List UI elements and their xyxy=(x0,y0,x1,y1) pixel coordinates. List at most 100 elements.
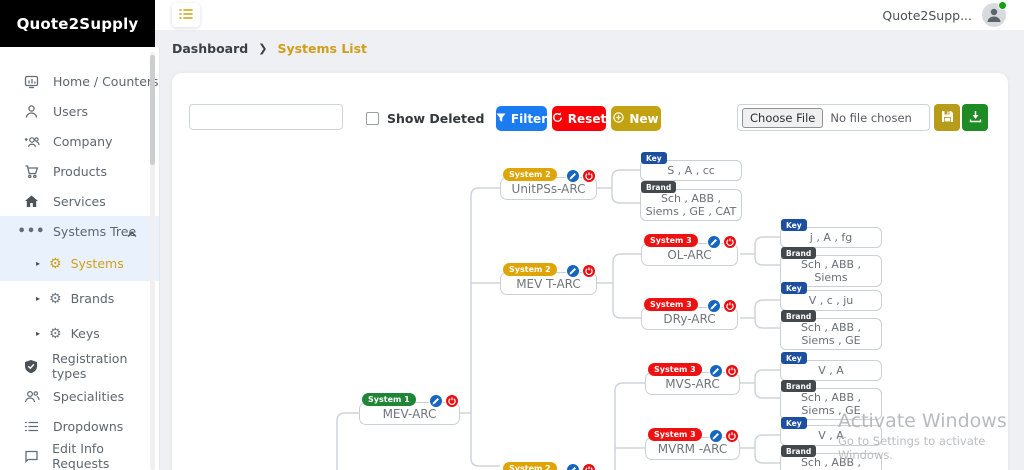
new-button-label: New xyxy=(629,111,659,126)
key-badge: Key xyxy=(641,152,667,164)
sidebar-toggle-button[interactable] xyxy=(172,3,200,27)
edit-icon[interactable] xyxy=(709,364,723,378)
show-deleted-checkbox-row[interactable]: Show Deleted xyxy=(366,111,484,126)
brand-values: Sch , ABB , Siems , GE xyxy=(800,321,862,347)
brand-box: Brand Sch , ABB , Siems , GE , CAT xyxy=(640,181,742,221)
sidebar-item-services[interactable]: Services xyxy=(0,186,159,216)
tree-node-unitpss-arc[interactable]: System 2 UnitPSs-ARC xyxy=(500,168,597,200)
filter-button[interactable]: Filter xyxy=(496,106,547,131)
scrollbar-thumb[interactable] xyxy=(150,55,155,165)
hamburger-icon xyxy=(178,6,194,25)
sidebar-item-label: Company xyxy=(53,133,113,149)
node-label: MEV T-ARC xyxy=(516,276,581,291)
edit-icon[interactable] xyxy=(566,463,580,470)
edit-icon[interactable] xyxy=(566,264,580,278)
reset-button[interactable]: Reset xyxy=(552,106,606,131)
node-label: OL-ARC xyxy=(667,247,712,262)
choose-file-button[interactable]: Choose File xyxy=(742,107,824,128)
sidebar-item-edit-info-requests[interactable]: Edit Info Requests xyxy=(0,441,159,470)
deactivate-icon[interactable] xyxy=(582,463,596,470)
filter-button-label: Filter xyxy=(510,111,548,126)
chevron-up-icon xyxy=(127,226,137,241)
user-avatar[interactable] xyxy=(982,1,1007,27)
brand-values: Sch , ABB , Siems , GE xyxy=(800,391,862,417)
key-badge: Key xyxy=(781,417,807,429)
node-label: UnitPSs-ARC xyxy=(511,181,586,196)
sidebar-item-dropdowns[interactable]: Dropdowns xyxy=(0,411,159,441)
caret-icon: ▸ xyxy=(36,259,41,268)
sidebar-scrollbar[interactable] xyxy=(150,52,155,470)
deactivate-icon[interactable] xyxy=(723,235,737,249)
app-logo[interactable]: Quote2Supply xyxy=(0,0,155,47)
key-box: Key j , A , fg xyxy=(780,219,882,248)
tree-node-dry-arc[interactable]: System 3 DRy-ARC xyxy=(641,298,738,330)
download-template-button[interactable] xyxy=(962,104,988,131)
home-icon xyxy=(23,194,40,209)
key-box: Key V , A xyxy=(780,352,882,381)
deactivate-icon[interactable] xyxy=(445,394,459,408)
sidebar-item-label: Brands xyxy=(70,291,115,306)
brand-badge: Brand xyxy=(781,380,817,392)
node-label: MVS-ARC xyxy=(665,376,720,391)
deactivate-icon[interactable] xyxy=(582,169,596,183)
node-label: MEV-ARC xyxy=(382,406,437,421)
sidebar-item-label: Home / Counters xyxy=(53,73,159,89)
sidebar-item-home-counters[interactable]: Home / Counters xyxy=(0,66,159,96)
caret-icon: ▸ xyxy=(36,294,41,303)
sidebar-item-systems-tree[interactable]: ••• Systems Tree xyxy=(0,216,159,246)
tree-node-mvs-arc[interactable]: System 3 MVS-ARC xyxy=(645,363,740,395)
breadcrumb-separator-icon: ❯ xyxy=(258,41,268,55)
sidebar-item-registration-types[interactable]: Registration types xyxy=(0,351,159,381)
edit-icon[interactable] xyxy=(566,169,580,183)
key-values: V , A xyxy=(818,364,844,377)
brand-values: Sch , ABB , Siems xyxy=(800,258,862,284)
tree-node-ol-arc[interactable]: System 3 OL-ARC xyxy=(641,234,738,266)
company-icon xyxy=(23,134,40,149)
deactivate-icon[interactable] xyxy=(725,429,739,443)
brand-badge: Brand xyxy=(781,247,817,259)
list-icon xyxy=(23,420,40,433)
brand-box: Brand Sch , ABB , Siems , GE xyxy=(780,445,882,470)
system-level-badge: System 3 xyxy=(648,428,702,441)
system-level-badge: System 2 xyxy=(503,462,557,470)
sidebar-item-brands[interactable]: ▸ ⚙ Brands xyxy=(0,281,159,316)
tree-node-mvrm-arc[interactable]: System 3 MVRM -ARC xyxy=(645,428,740,460)
system-level-badge: System 3 xyxy=(644,298,698,311)
edit-icon[interactable] xyxy=(709,429,723,443)
download-icon xyxy=(969,110,982,126)
edit-icon[interactable] xyxy=(707,299,721,313)
main-system-input[interactable] xyxy=(189,104,343,130)
deactivate-icon[interactable] xyxy=(725,364,739,378)
sidebar-item-specialities[interactable]: Specialities xyxy=(0,381,159,411)
system-level-badge: System 1 xyxy=(362,393,416,406)
edit-icon[interactable] xyxy=(707,235,721,249)
save-import-button[interactable] xyxy=(934,104,960,131)
edit-icon[interactable] xyxy=(429,394,443,408)
tree-node-mev-arc[interactable]: System 1 MEV-ARC xyxy=(359,393,460,425)
deactivate-icon[interactable] xyxy=(582,264,596,278)
plus-circle-icon xyxy=(613,111,625,126)
system-level-badge: System 3 xyxy=(644,234,698,247)
people-icon xyxy=(23,389,40,404)
tree-node-mev-t-arc[interactable]: System 2 MEV T-ARC xyxy=(500,263,597,295)
show-deleted-checkbox[interactable] xyxy=(366,112,379,125)
sidebar-item-keys[interactable]: ▸ ⚙ Keys xyxy=(0,316,159,351)
caret-icon: ▸ xyxy=(36,329,41,338)
new-button[interactable]: New xyxy=(611,106,661,131)
breadcrumb-dashboard[interactable]: Dashboard xyxy=(172,41,248,56)
system-level-badge: System 2 xyxy=(503,168,557,181)
sidebar-item-users[interactable]: Users xyxy=(0,96,159,126)
funnel-icon xyxy=(496,112,506,126)
sidebar-item-products[interactable]: Products xyxy=(0,156,159,186)
file-chosen-text: No file chosen xyxy=(830,110,912,125)
sidebar-item-label: Services xyxy=(53,193,106,209)
import-file-input[interactable]: Choose File No file chosen xyxy=(737,104,930,131)
sidebar-item-company[interactable]: Company xyxy=(0,126,159,156)
brand-badge: Brand xyxy=(641,181,677,193)
sidebar-item-label: Products xyxy=(53,163,107,179)
deactivate-icon[interactable] xyxy=(723,299,737,313)
sidebar-item-label: Keys xyxy=(70,326,100,341)
sidebar: Home / Counters Users Company Products S… xyxy=(0,47,160,470)
sidebar-item-systems[interactable]: ▸ ⚙ Systems xyxy=(0,246,159,281)
user-icon xyxy=(23,104,40,119)
